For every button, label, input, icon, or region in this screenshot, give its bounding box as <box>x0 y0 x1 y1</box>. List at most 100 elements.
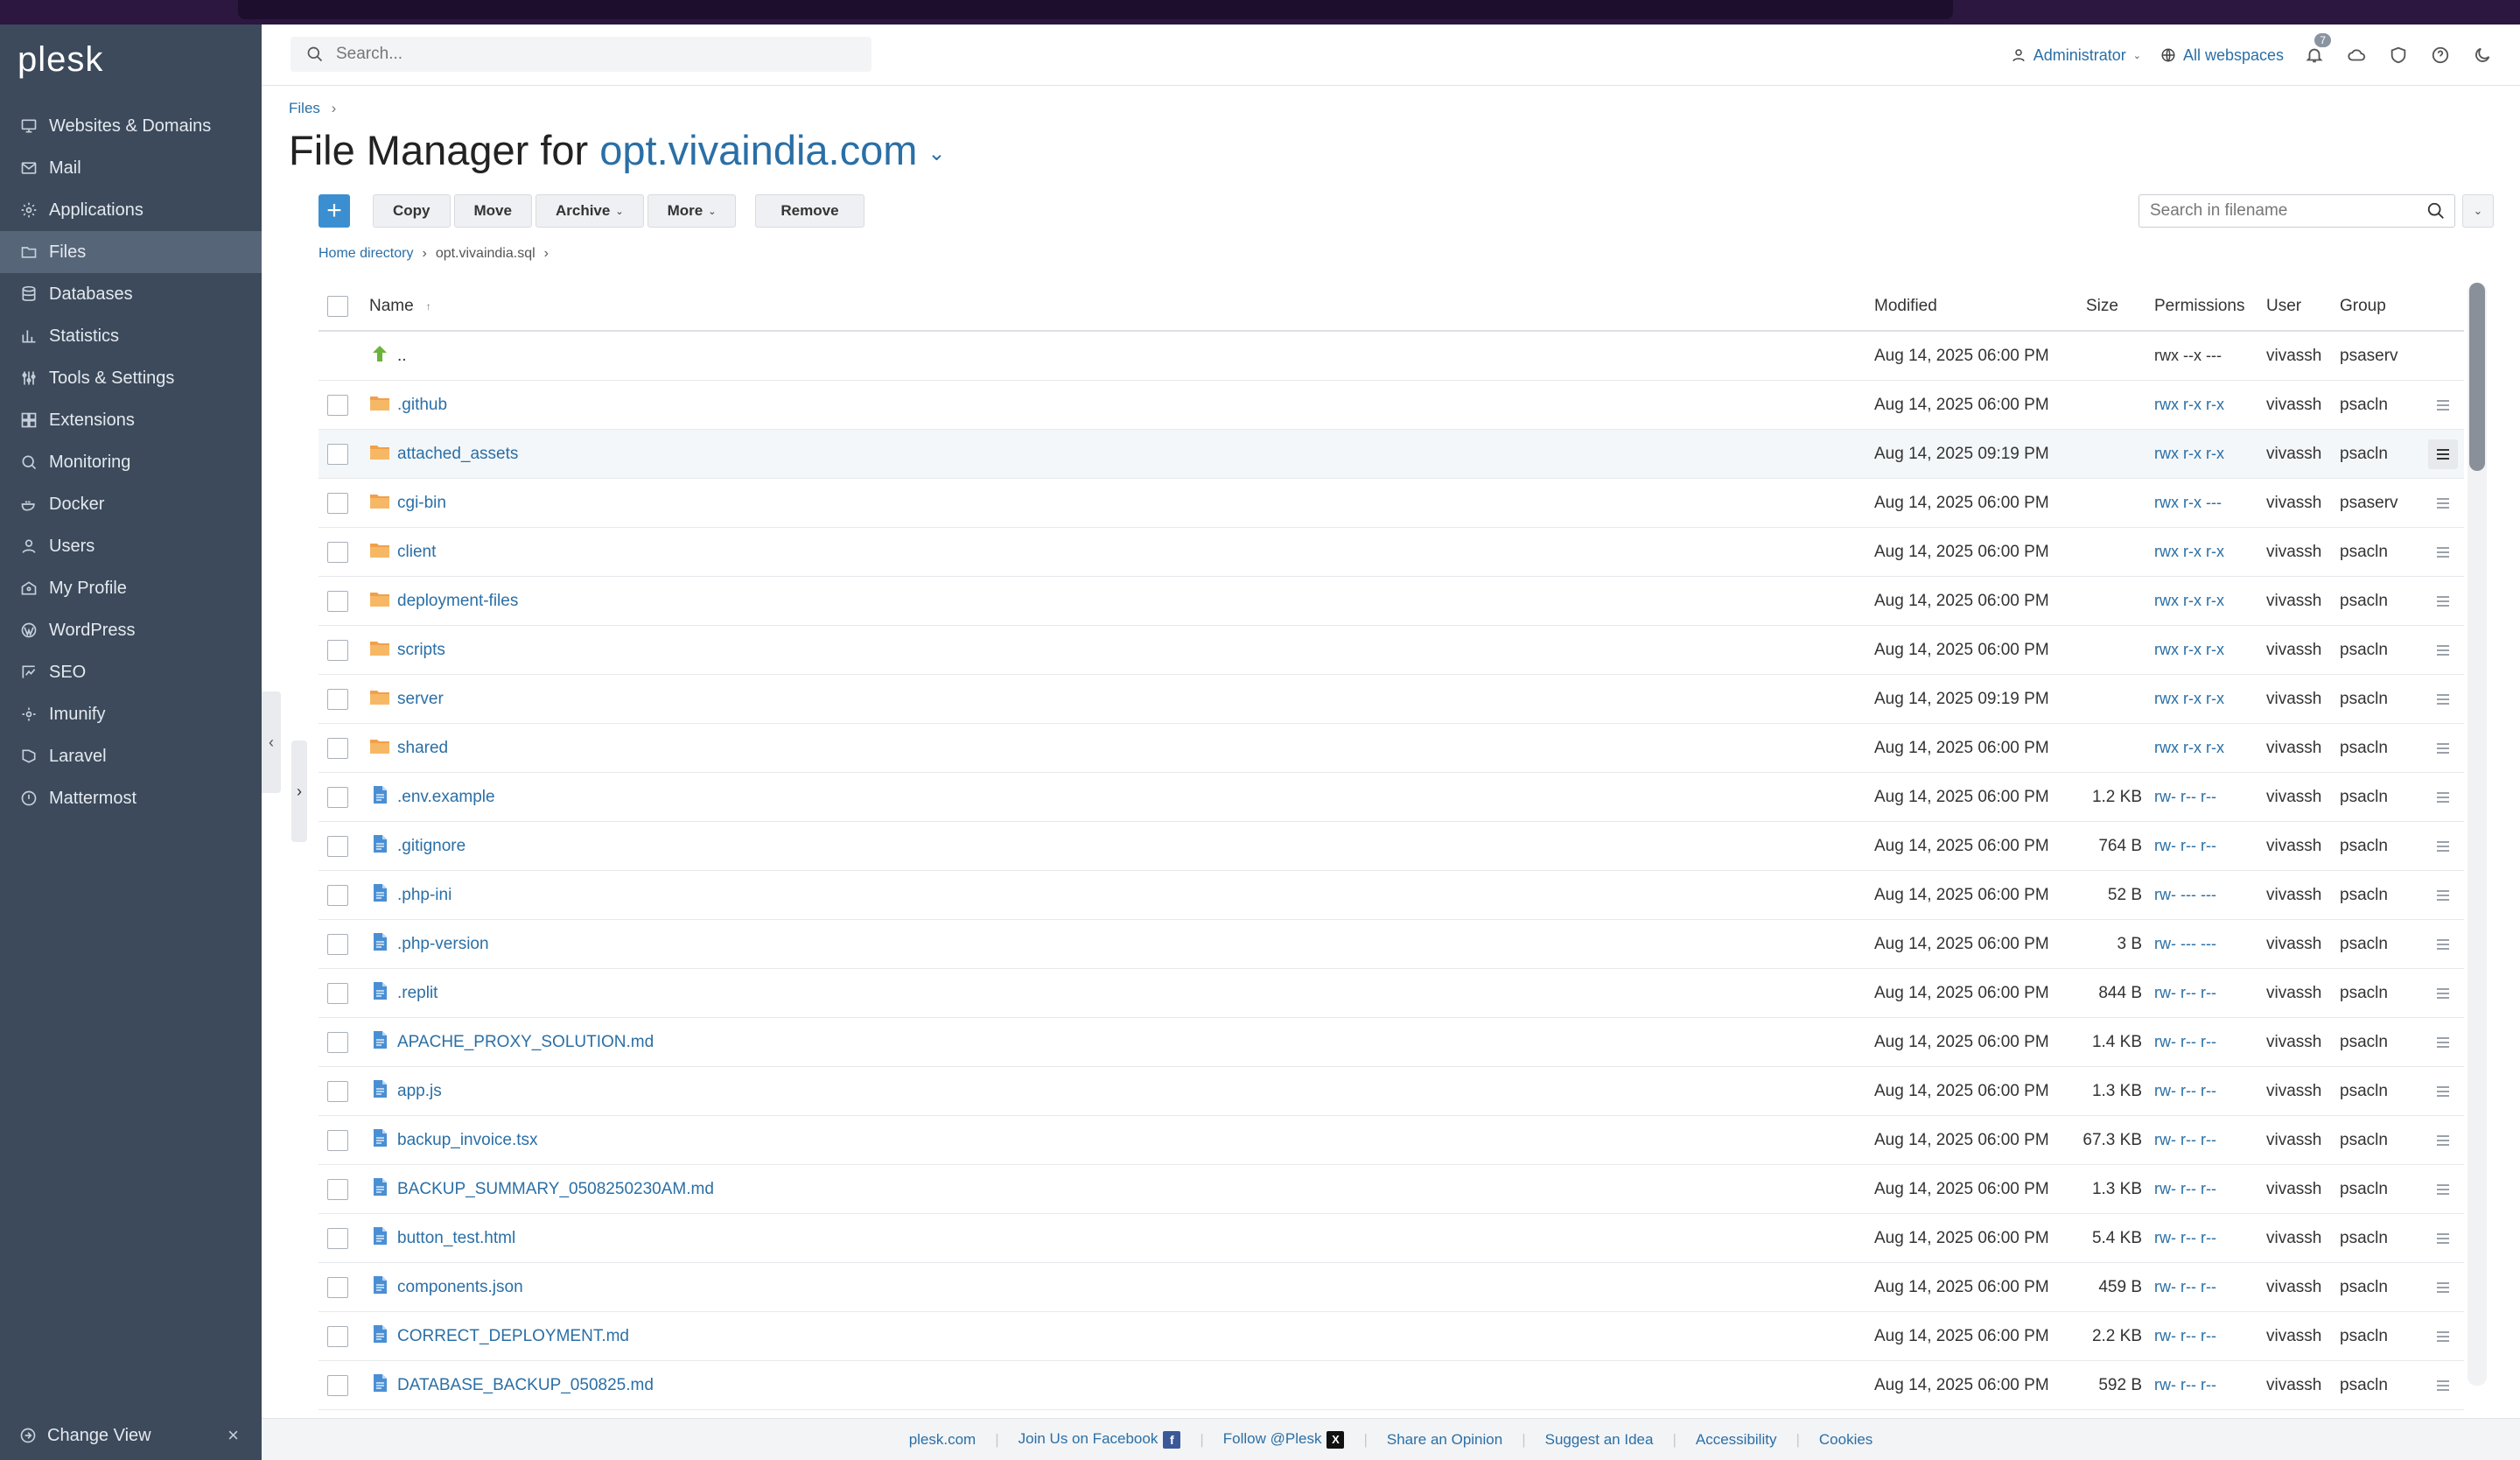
permissions-link[interactable]: rw- r-- r-- <box>2154 1327 2266 1345</box>
sidebar-item-statistics[interactable]: Statistics <box>0 315 262 357</box>
row-checkbox[interactable] <box>327 639 348 661</box>
table-row[interactable]: button_test.html Aug 14, 2025 06:00 PM 5.4… <box>318 1214 2464 1263</box>
table-row[interactable]: .gitignore Aug 14, 2025 06:00 PM 764 B rw- … <box>318 822 2464 871</box>
table-row[interactable]: app.js Aug 14, 2025 06:00 PM 1.3 KB rw- r--… <box>318 1067 2464 1116</box>
file-name-link[interactable]: .php-version <box>397 935 489 954</box>
file-name-link[interactable]: deployment-files <box>397 592 518 611</box>
row-menu-button[interactable] <box>2428 439 2458 469</box>
table-row[interactable]: cgi-bin Aug 14, 2025 06:00 PM rwx r-x --- v… <box>318 479 2464 528</box>
table-row[interactable]: shared Aug 14, 2025 06:00 PM rwx r-x r-x vi… <box>318 724 2464 773</box>
row-checkbox[interactable] <box>327 492 348 514</box>
permissions-link[interactable]: rw- r-- r-- <box>2154 1229 2266 1247</box>
permissions-link[interactable]: rwx r-x r-x <box>2154 592 2266 610</box>
archive-button[interactable]: Archive ⌄ <box>535 194 644 228</box>
sidebar-item-seo[interactable]: SEO <box>0 651 262 693</box>
row-menu-button[interactable] <box>2428 930 2458 959</box>
column-group[interactable]: Group <box>2340 297 2424 316</box>
file-name-link[interactable]: shared <box>397 739 448 758</box>
column-user[interactable]: User <box>2266 297 2340 316</box>
sidebar-item-applications[interactable]: Applications <box>0 189 262 231</box>
file-name-link[interactable]: .replit <box>397 984 438 1003</box>
row-checkbox[interactable] <box>327 1129 348 1151</box>
table-row[interactable]: attached_assets Aug 14, 2025 09:19 PM rwx … <box>318 430 2464 479</box>
table-row[interactable]: .github Aug 14, 2025 06:00 PM rwx r-x r-x v… <box>318 381 2464 430</box>
permissions-link[interactable]: rwx r-x r-x <box>2154 739 2266 757</box>
global-search-input[interactable]: Search... <box>290 37 872 72</box>
row-menu-button[interactable] <box>2428 1126 2458 1155</box>
file-name-link[interactable]: client <box>397 543 436 562</box>
file-name-link[interactable]: .. <box>397 347 407 366</box>
file-name-link[interactable]: scripts <box>397 641 445 660</box>
row-checkbox[interactable] <box>327 1325 348 1347</box>
row-checkbox[interactable] <box>327 786 348 808</box>
permissions-link[interactable]: rw- r-- r-- <box>2154 788 2266 806</box>
footer-link-follow-plesk[interactable]: Follow @Plesk X <box>1223 1430 1345 1449</box>
file-name-link[interactable]: attached_assets <box>397 445 518 464</box>
table-row[interactable]: scripts Aug 14, 2025 06:00 PM rwx r-x r-x v… <box>318 626 2464 675</box>
permissions-link[interactable]: rw- r-- r-- <box>2154 1082 2266 1100</box>
move-button[interactable]: Move <box>453 194 532 228</box>
table-row[interactable]: BACKUP_SUMMARY_0508250230AM.md Aug 14, 20… <box>318 1165 2464 1214</box>
file-name-link[interactable]: server <box>397 690 444 709</box>
table-row[interactable]: backup_invoice.tsx Aug 14, 2025 06:00 PM 6… <box>318 1116 2464 1165</box>
table-row[interactable]: .env.example Aug 14, 2025 06:00 PM 1.2 KB r… <box>318 773 2464 822</box>
permissions-link[interactable]: rwx r-x r-x <box>2154 445 2266 463</box>
row-menu-button[interactable] <box>2428 684 2458 714</box>
table-row[interactable]: APACHE_PROXY_SOLUTION.md Aug 14, 2025 06:… <box>318 1018 2464 1067</box>
permissions-link[interactable]: rw- r-- r-- <box>2154 1033 2266 1051</box>
table-row[interactable]: server Aug 14, 2025 09:19 PM rwx r-x r-x vi… <box>318 675 2464 724</box>
search-options-dropdown[interactable]: ⌄ <box>2462 194 2494 228</box>
file-name-link[interactable]: backup_invoice.tsx <box>397 1131 538 1150</box>
sidebar-item-monitoring[interactable]: Monitoring <box>0 441 262 483</box>
file-name-link[interactable]: .env.example <box>397 788 495 807</box>
permissions-link[interactable]: rwx r-x r-x <box>2154 641 2266 659</box>
column-size[interactable]: Size <box>2063 297 2154 316</box>
table-row[interactable]: components.json Aug 14, 2025 06:00 PM 459 … <box>318 1263 2464 1312</box>
file-name-link[interactable]: .gitignore <box>397 837 466 856</box>
sidebar-item-users[interactable]: Users <box>0 525 262 567</box>
row-menu-button[interactable] <box>2428 586 2458 616</box>
sidebar-item-mail[interactable]: Mail <box>0 147 262 189</box>
permissions-link[interactable]: rwx r-x r-x <box>2154 690 2266 708</box>
permissions-link[interactable]: rw- --- --- <box>2154 886 2266 904</box>
row-menu-button[interactable] <box>2428 1175 2458 1204</box>
file-name-link[interactable]: DATABASE_BACKUP_050825.md <box>397 1376 654 1395</box>
row-checkbox[interactable] <box>327 933 348 955</box>
table-row[interactable]: .php-version Aug 14, 2025 06:00 PM 3 B rw- … <box>318 920 2464 969</box>
permissions-link[interactable]: rw- r-- r-- <box>2154 837 2266 855</box>
permissions-link[interactable]: rw- r-- r-- <box>2154 984 2266 1002</box>
column-name[interactable]: Name ↑ <box>369 297 1874 316</box>
row-menu-button[interactable] <box>2428 1028 2458 1057</box>
footer-link-share-an-opinion[interactable]: Share an Opinion <box>1387 1431 1502 1449</box>
table-row[interactable]: .replit Aug 14, 2025 06:00 PM 844 B rw- r--… <box>318 969 2464 1018</box>
row-menu-button[interactable] <box>2428 881 2458 910</box>
collapse-sidebar-button[interactable]: ‹ <box>262 691 281 793</box>
file-name-link[interactable]: components.json <box>397 1278 523 1297</box>
file-name-link[interactable]: .php-ini <box>397 886 452 905</box>
sidebar-item-my-profile[interactable]: My Profile <box>0 567 262 609</box>
file-name-link[interactable]: CORRECT_DEPLOYMENT.md <box>397 1327 629 1346</box>
plesk-logo[interactable]: plesk <box>18 40 103 80</box>
change-view-button[interactable]: Change View × <box>0 1411 262 1460</box>
row-menu-button[interactable] <box>2428 1273 2458 1302</box>
table-row[interactable]: client Aug 14, 2025 06:00 PM rwx r-x r-x vi… <box>318 528 2464 577</box>
permissions-link[interactable]: rw- r-- r-- <box>2154 1376 2266 1394</box>
row-checkbox[interactable] <box>327 1178 348 1200</box>
scrollbar-thumb[interactable] <box>2469 283 2485 471</box>
row-checkbox[interactable] <box>327 982 348 1004</box>
help-button[interactable] <box>2429 44 2452 67</box>
security-button[interactable] <box>2387 44 2410 67</box>
table-row[interactable]: deployment-files Aug 14, 2025 06:00 PM rwx… <box>318 577 2464 626</box>
row-menu-button[interactable] <box>2428 1077 2458 1106</box>
row-menu-button[interactable] <box>2428 390 2458 420</box>
table-row[interactable]: .. Aug 14, 2025 06:00 PM rwx --x --- vivass… <box>318 332 2464 381</box>
row-checkbox[interactable] <box>327 541 348 563</box>
row-checkbox[interactable] <box>327 1276 348 1298</box>
row-menu-button[interactable] <box>2428 488 2458 518</box>
file-name-link[interactable]: cgi-bin <box>397 494 446 513</box>
column-permissions[interactable]: Permissions <box>2154 297 2266 316</box>
copy-button[interactable]: Copy <box>373 194 451 228</box>
chevron-down-icon[interactable]: ⌄ <box>928 142 945 165</box>
permissions-link[interactable]: rw- r-- r-- <box>2154 1278 2266 1296</box>
more-button[interactable]: More ⌄ <box>647 194 737 228</box>
